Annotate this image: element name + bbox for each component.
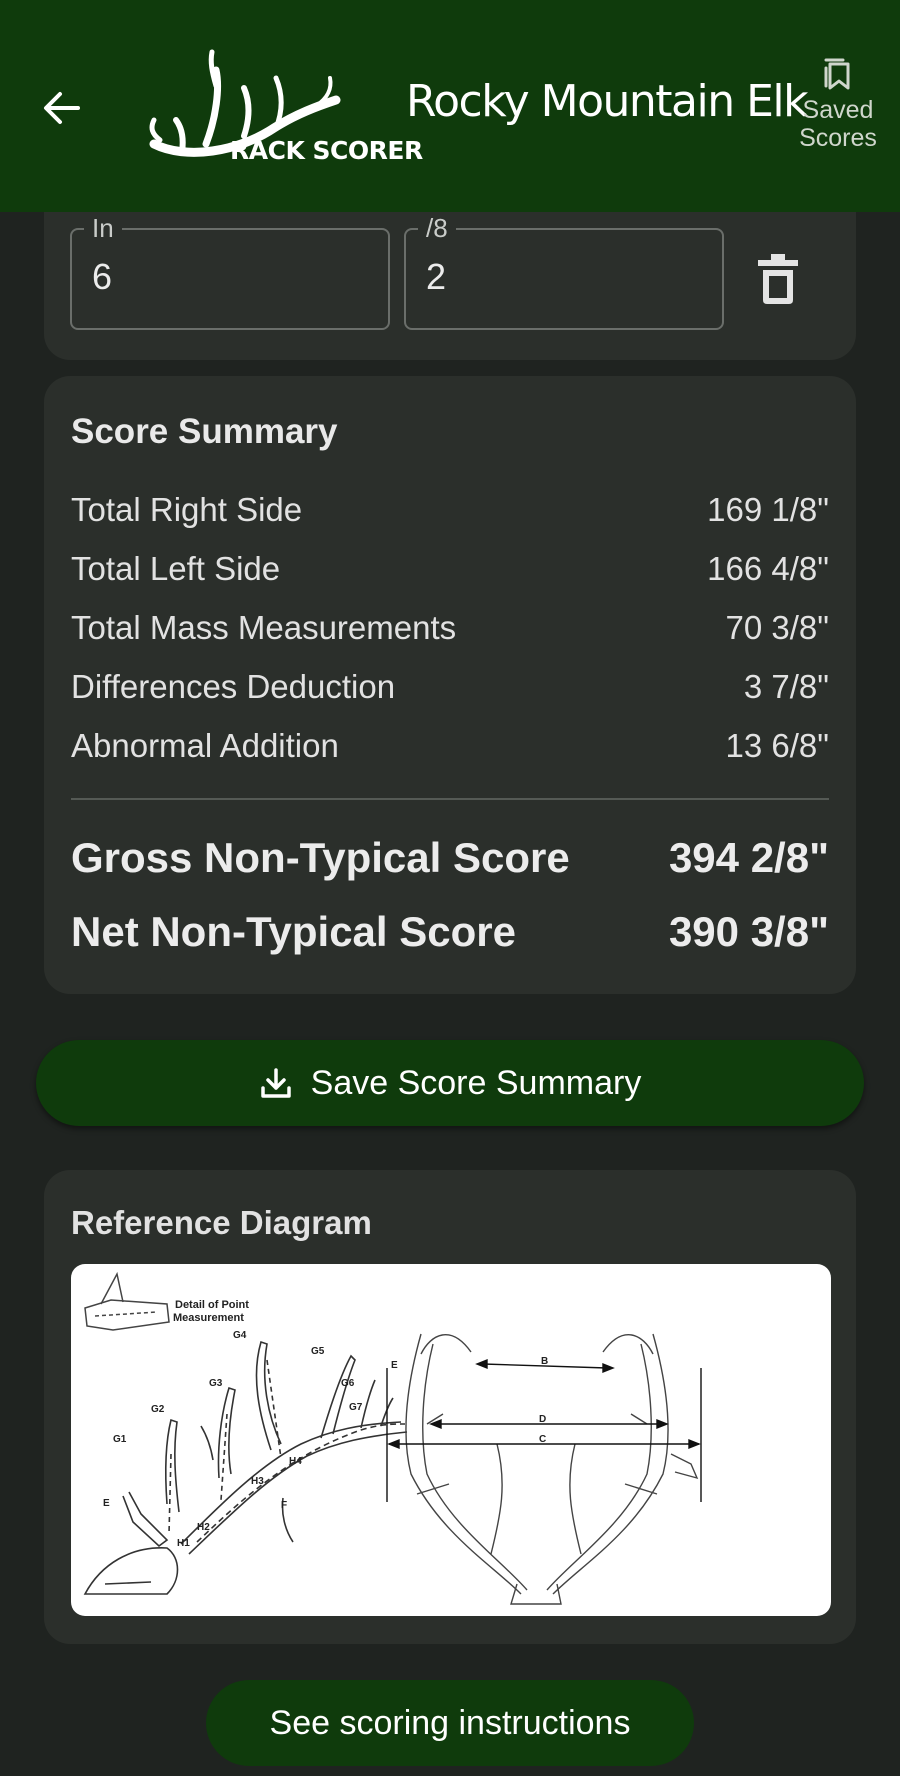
summary-row: Total Mass Measurements 70 3/8" [71,608,829,648]
net-score-row: Net Non-Typical Score 390 3/8" [71,908,829,956]
label-g6: G6 [341,1378,355,1389]
arrow-left-icon [44,92,80,124]
label-g1: G1 [113,1434,127,1445]
label-g5: G5 [311,1346,325,1357]
app-bar: RACK SCORER Rocky Mountain Elk Saved Sco… [0,0,900,212]
net-score-value: 390 3/8" [668,908,829,955]
net-score-label: Net Non-Typical Score [71,908,516,955]
summary-row-value: 3 7/8" [743,668,829,705]
gross-score-value: 394 2/8" [668,834,829,881]
scoring-instructions-label: See scoring instructions [269,1703,631,1742]
summary-row-value: 169 1/8" [707,491,829,528]
summary-row: Total Left Side 166 4/8" [71,549,829,589]
summary-row-label: Total Right Side [71,491,303,528]
gross-score-label: Gross Non-Typical Score [71,834,570,881]
page-title: Rocky Mountain Elk [406,76,809,127]
saved-label-line1: Saved [802,96,874,124]
side-view-antler [83,1340,408,1595]
summary-row-value: 166 4/8" [707,550,829,587]
label-c: C [539,1434,546,1445]
summary-row: Abnormal Addition 13 6/8" [71,726,829,766]
label-d: D [539,1414,546,1425]
point-detail-sketch [84,1271,170,1331]
label-g2: G2 [151,1404,165,1415]
summary-divider [71,798,829,800]
summary-row-value: 13 6/8" [725,727,829,764]
back-button[interactable] [30,76,94,140]
detail-caption-line2: Measurement [173,1312,244,1324]
summary-row-label: Total Mass Measurements [71,609,457,646]
score-summary-title: Score Summary [71,412,338,451]
label-g7: G7 [349,1402,363,1413]
label-h2: H2 [197,1522,210,1533]
elk-scoring-diagram: Detail of Point Measurement G1 G2 G3 G4 … [83,1271,702,1605]
score-summary-card: Score Summary Total Right Side 169 1/8" … [44,376,856,994]
trash-icon [758,254,798,304]
save-score-summary-label: Save Score Summary [310,1063,642,1102]
summary-row: Differences Deduction 3 7/8" [71,667,829,707]
label-h1: H1 [177,1538,190,1549]
label-h4: H4 [289,1456,302,1467]
eighths-label: /8 [418,214,456,242]
scoring-instructions-button[interactable]: See scoring instructions [206,1680,694,1766]
summary-row-label: Total Left Side [71,550,281,587]
label-g4: G4 [233,1330,247,1341]
label-b: B [541,1356,548,1367]
detail-caption-line1: Detail of Point [175,1299,249,1311]
label-e-front: E [391,1360,398,1371]
reference-diagram-title: Reference Diagram [71,1204,372,1241]
label-h3: H3 [251,1476,264,1487]
summary-row-label: Abnormal Addition [71,727,339,764]
summary-row-label: Differences Deduction [71,668,396,705]
saved-label-line2: Scores [799,124,877,152]
eighths-field[interactable]: /8 [404,214,724,330]
label-e-side: E [103,1498,110,1509]
eighths-input[interactable] [426,256,676,298]
saved-scores-button[interactable]: Saved Scores [782,58,894,168]
inches-input[interactable] [92,256,342,298]
label-f: F [281,1500,287,1511]
bookmarks-icon [824,58,850,90]
download-icon [260,1068,291,1098]
label-g3: G3 [209,1378,223,1389]
save-score-summary-button[interactable]: Save Score Summary [36,1040,864,1126]
rack-scorer-logo: RACK SCORER [146,48,423,176]
saved-scores-label: Saved Scores [799,96,877,152]
delete-button[interactable] [752,252,804,310]
summary-row-value: 70 3/8" [725,609,829,646]
inches-label: In [84,214,122,242]
inches-field[interactable]: In [70,214,390,330]
summary-row: Total Right Side 169 1/8" [71,490,829,530]
logo-text: RACK SCORER [230,136,423,165]
reference-diagram-image: Detail of Point Measurement G1 G2 G3 G4 … [71,1264,831,1616]
reference-diagram-card: Reference Diagram Detail of Point Measur… [44,1170,856,1644]
gross-score-row: Gross Non-Typical Score 394 2/8" [71,834,829,882]
front-view-antlers [405,1333,699,1605]
